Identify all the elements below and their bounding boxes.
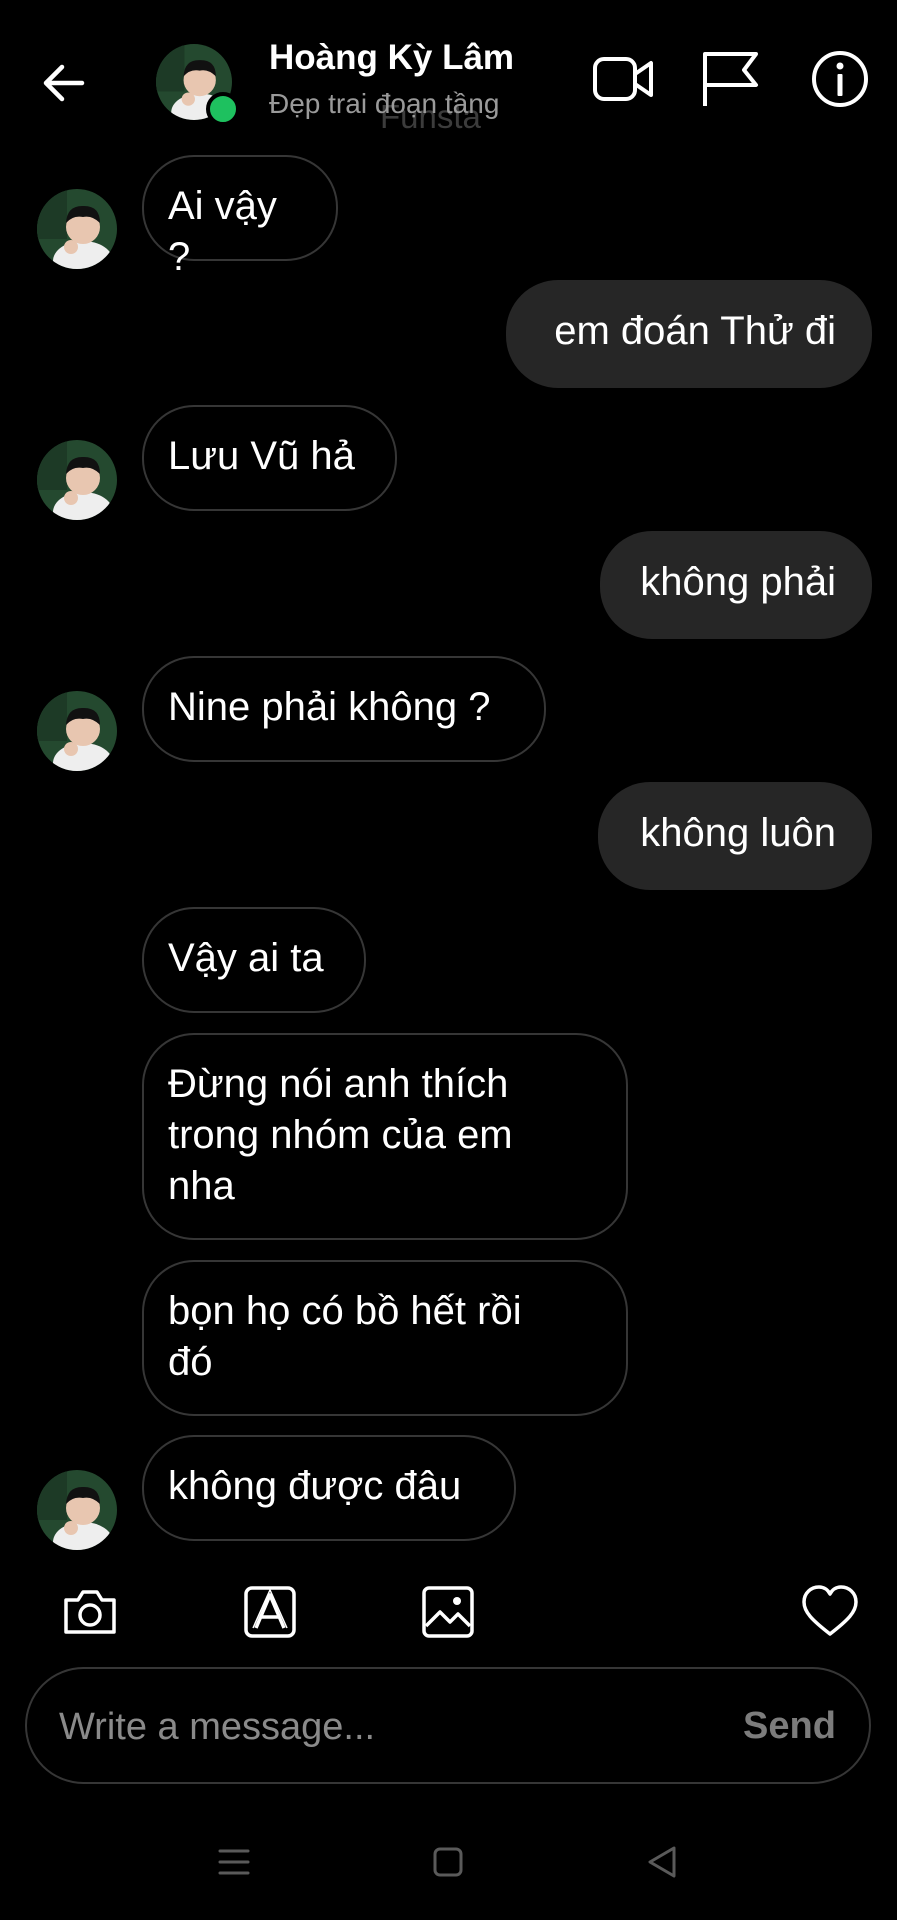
message-text: Lưu Vũ hả <box>168 434 355 478</box>
sender-avatar[interactable] <box>37 440 117 520</box>
incoming-message[interactable]: Vậy ai ta <box>142 907 366 1013</box>
incoming-message[interactable]: Lưu Vũ hả <box>142 405 397 511</box>
message-line: nha <box>168 1164 235 1208</box>
message-text: không được đâu <box>168 1464 462 1508</box>
online-status-dot <box>206 92 240 126</box>
contact-subtitle: Đẹp trai đoạn tầng <box>269 88 500 119</box>
outgoing-message[interactable]: không phải <box>600 531 872 639</box>
sender-avatar[interactable] <box>37 691 117 771</box>
incoming-message[interactable]: Đừng nói anh thích trong nhóm của em nha <box>142 1033 628 1240</box>
message-line: trong nhóm của em <box>168 1113 513 1157</box>
camera-icon[interactable] <box>60 1582 120 1642</box>
flag-icon[interactable] <box>700 48 762 110</box>
sticker-icon[interactable] <box>240 1582 300 1642</box>
message-input[interactable] <box>57 1705 681 1750</box>
message-text: không luôn <box>640 811 836 855</box>
home-icon[interactable] <box>428 1842 468 1882</box>
contact-name[interactable]: Hoàng Kỳ Lâm <box>269 38 514 78</box>
incoming-message[interactable]: Nine phải không ? <box>142 656 546 762</box>
send-button[interactable]: Send <box>743 1705 836 1748</box>
message-line: Đừng nói anh thích <box>168 1062 509 1106</box>
incoming-message[interactable]: Ai vậy ? <box>142 155 338 279</box>
sender-avatar[interactable] <box>37 189 117 269</box>
message-line: đó <box>168 1340 213 1384</box>
back-arrow-icon[interactable] <box>38 58 88 108</box>
back-icon[interactable] <box>642 1842 682 1882</box>
message-text: Ai vậy ? <box>168 184 277 279</box>
message-line: bọn họ có bồ hết rồi <box>168 1289 522 1333</box>
incoming-message[interactable]: không được đâu <box>142 1435 516 1541</box>
menu-icon[interactable] <box>214 1842 254 1882</box>
outgoing-message[interactable]: em đoán Thử đi <box>506 280 872 388</box>
sender-avatar[interactable] <box>37 1470 117 1550</box>
video-call-icon[interactable] <box>592 48 654 110</box>
message-text: Nine phải không ? <box>168 685 491 729</box>
gallery-icon[interactable] <box>418 1582 478 1642</box>
message-text: em đoán Thử đi <box>554 309 836 353</box>
heart-icon[interactable] <box>800 1582 860 1642</box>
info-icon[interactable] <box>809 48 871 110</box>
message-text: Vậy ai ta <box>168 936 324 980</box>
message-text: không phải <box>640 560 836 604</box>
incoming-message[interactable]: bọn họ có bồ hết rồi đó <box>142 1260 628 1416</box>
outgoing-message[interactable]: không luôn <box>598 782 872 890</box>
